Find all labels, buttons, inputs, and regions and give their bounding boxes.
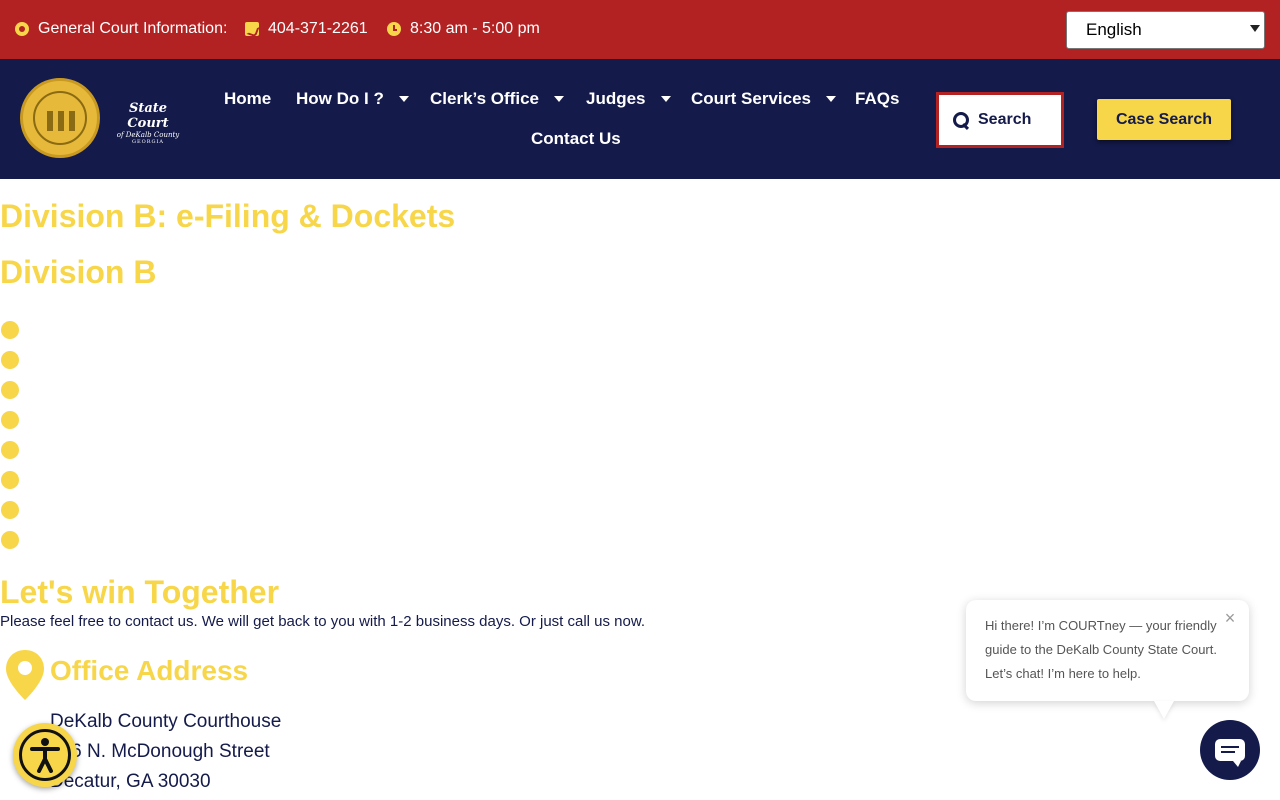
nav-clerks-office-label: Clerk’s Office <box>430 89 539 108</box>
language-selected-value: English <box>1086 20 1142 39</box>
seal-inner-ring <box>33 91 87 145</box>
nav-court-services[interactable]: Court Services <box>691 89 836 109</box>
logo-line-1: State Court <box>127 101 169 131</box>
court-hours: 8:30 am - 5:00 pm <box>387 20 540 38</box>
list-bullet <box>1 321 19 339</box>
search-icon <box>953 111 970 129</box>
nav-faqs[interactable]: FAQs <box>855 89 899 109</box>
nav-faqs-label: FAQs <box>855 89 900 108</box>
contact-description: Please feel free to contact us. We will … <box>0 613 646 630</box>
search-label: Search <box>978 111 1032 128</box>
list-bullet <box>1 381 19 399</box>
accessibility-icon <box>30 738 60 773</box>
logo-text[interactable]: State Court of DeKalb County GEORGIA <box>108 101 188 145</box>
caret-down-icon <box>660 96 671 102</box>
case-search-button[interactable]: Case Search <box>1097 99 1231 140</box>
list-bullet <box>1 441 19 459</box>
section-title: Division B <box>0 254 157 290</box>
clock-icon <box>387 22 401 36</box>
nav-judges-label: Judges <box>586 89 646 108</box>
logo-line-3: GEORGIA <box>131 139 165 145</box>
nav-how-do-i[interactable]: How Do I ? <box>296 89 409 109</box>
chat-greeting-popup[interactable]: Hi there! I’m COURTney — your friendly g… <box>966 600 1249 701</box>
nav-contact-us-label: Contact Us <box>531 129 621 148</box>
list-bullet <box>1 531 19 549</box>
list-bullet <box>1 411 19 429</box>
list-bullet <box>1 471 19 489</box>
seal-pillar <box>47 111 53 131</box>
phone-icon <box>245 22 259 36</box>
chat-bubble-icon <box>1215 739 1245 767</box>
address-line: Decatur, GA 30030 <box>50 771 211 792</box>
contact-heading: Let's win Together <box>0 574 280 610</box>
list-bullet <box>1 351 19 369</box>
language-select[interactable]: English <box>1066 11 1265 49</box>
caret-down-icon <box>398 96 409 102</box>
caret-down-icon <box>553 96 564 102</box>
nav-court-services-label: Court Services <box>691 89 811 108</box>
address-line: DeKalb County Courthouse <box>50 711 282 732</box>
chat-bubble-line <box>1221 746 1239 748</box>
court-phone[interactable]: 404-371-2261 <box>245 20 368 38</box>
nav-clerks-office[interactable]: Clerk’s Office <box>430 89 564 109</box>
seal-pillar <box>69 111 75 131</box>
chat-launcher-button[interactable] <box>1200 720 1260 780</box>
court-info-label: General Court Information: <box>38 20 228 37</box>
nav-how-do-i-label: How Do I ? <box>296 89 384 108</box>
nav-judges[interactable]: Judges <box>586 89 671 109</box>
phone-number[interactable]: 404-371-2261 <box>268 20 368 38</box>
court-info: General Court Information: <box>15 20 227 38</box>
map-pin-icon <box>6 650 44 700</box>
chat-greeting-text: Hi there! I’m COURTney — your friendly g… <box>985 618 1217 681</box>
nav-home-label: Home <box>224 89 272 108</box>
office-address-title: Office Address <box>50 655 249 686</box>
accessibility-button[interactable] <box>13 723 77 787</box>
chat-bubble-line <box>1221 751 1235 753</box>
page-title: Division B: e-Filing & Dockets <box>0 198 456 234</box>
main-navbar: State Court of DeKalb County GEORGIA Hom… <box>0 59 1280 179</box>
nav-contact-us[interactable]: Contact Us <box>531 129 621 149</box>
georgia-seal-logo[interactable] <box>20 78 100 158</box>
list-bullet <box>1 501 19 519</box>
caret-down-icon <box>826 96 836 102</box>
address-line: 556 N. McDonough Street <box>50 741 270 762</box>
top-info-bar: General Court Information: 404-371-2261 … <box>0 0 1280 59</box>
location-dot-icon <box>15 22 29 36</box>
seal-pillar <box>58 111 64 131</box>
close-icon[interactable]: × <box>1222 609 1238 627</box>
logo-line-2: of DeKalb County <box>116 131 180 139</box>
chevron-down-icon <box>1250 25 1260 32</box>
hours-text: 8:30 am - 5:00 pm <box>410 20 540 37</box>
search-button[interactable]: Search <box>936 92 1064 148</box>
nav-home[interactable]: Home <box>224 89 271 109</box>
